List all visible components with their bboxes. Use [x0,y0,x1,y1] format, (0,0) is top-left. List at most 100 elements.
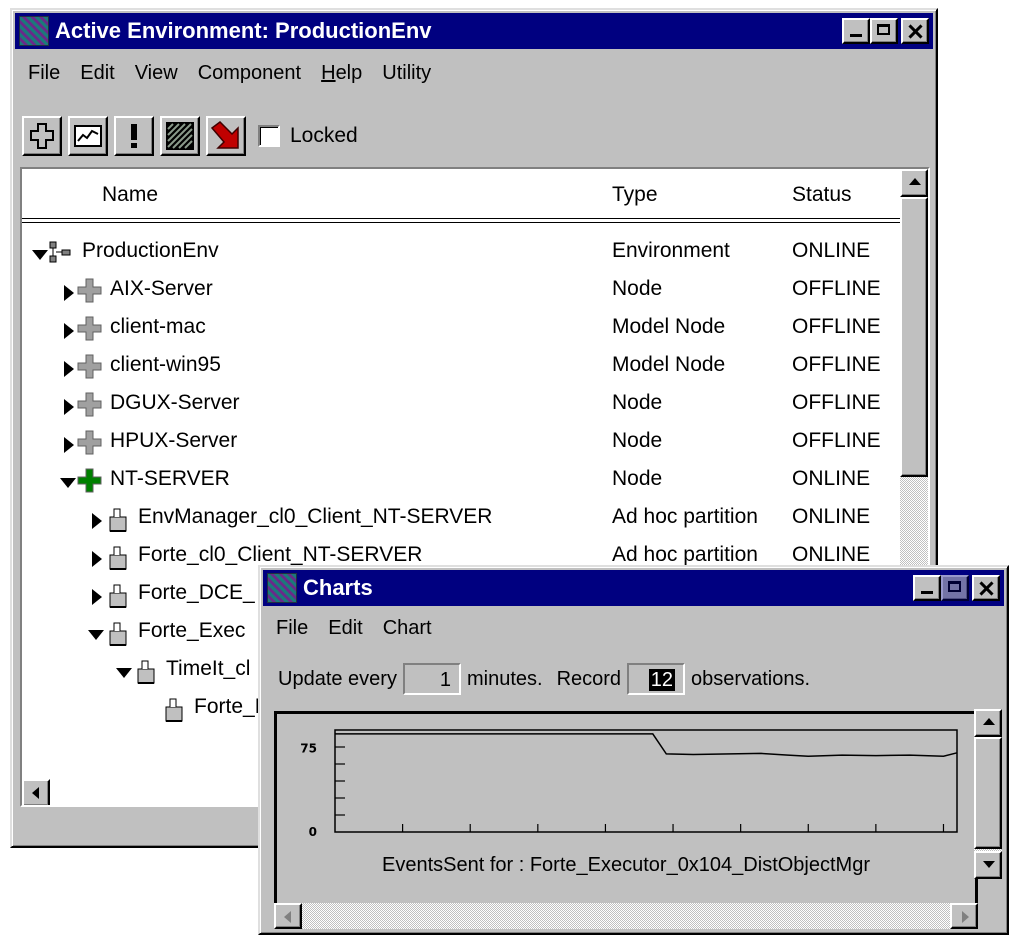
partition-icon [109,584,127,608]
row-type: Node [612,391,663,414]
row-type: Model Node [612,353,726,376]
record-prefix-label: Record [556,667,622,690]
collapsed-triangle-icon[interactable] [92,513,102,529]
pattern-tool-button[interactable] [160,116,200,156]
online-node-icon [77,468,102,493]
environment-icon [49,241,71,263]
expanded-triangle-icon[interactable] [60,478,76,488]
charts-window: Charts File Edit Chart Update every 1 mi… [258,565,1009,935]
charts-vertical-scrollbar[interactable] [974,709,1002,879]
table-row[interactable]: client-win95 Model Node OFFLINE [22,349,900,387]
charts-maximize-button[interactable] [941,575,969,601]
expanded-triangle-icon[interactable] [88,630,104,640]
table-row[interactable]: HPUX-Server Node OFFLINE [22,425,900,463]
column-header-type[interactable]: Type [612,183,658,207]
close-button[interactable] [901,18,929,44]
expanded-triangle-icon[interactable] [116,668,132,678]
record-count-field[interactable]: 12 [627,663,686,695]
series-line [335,733,958,757]
table-row[interactable]: client-mac Model Node OFFLINE [22,311,900,349]
row-status: ONLINE [792,239,871,262]
column-header-status[interactable]: Status [792,183,852,207]
scroll-up-button[interactable] [900,169,928,197]
main-menu-bar: File Edit View Component Help Utility [18,62,441,85]
locked-label: Locked [290,124,358,147]
collapsed-triangle-icon[interactable] [92,551,102,567]
update-settings: Update every 1 minutes. Record 12 observ… [278,663,810,695]
charts-scroll-left-button[interactable] [274,903,302,929]
locked-checkbox[interactable] [258,125,280,147]
charts-scroll-down-button[interactable] [974,851,1002,879]
row-status: ONLINE [792,505,871,528]
column-header-name[interactable]: Name [102,183,158,207]
row-name: client-win95 [110,353,221,376]
move-tool-button[interactable] [206,116,246,156]
charts-window-title: Charts [303,575,373,600]
update-suffix-label: minutes. [466,667,543,690]
charts-scroll-up-button[interactable] [974,709,1002,737]
collapsed-triangle-icon[interactable] [92,589,102,605]
charts-menu-file[interactable]: File [266,617,318,640]
menu-help[interactable]: Help [311,62,372,85]
arrow-down-icon [210,121,239,149]
collapsed-triangle-icon[interactable] [64,399,74,415]
table-row[interactable]: DGUX-Server Node OFFLINE [22,387,900,425]
scroll-thumb[interactable] [900,197,928,477]
collapsed-triangle-icon[interactable] [64,285,74,301]
charts-minimize-button[interactable] [913,575,941,601]
table-row[interactable]: AIX-Server Node OFFLINE [22,273,900,311]
row-name: TimeIt_cl [166,657,251,680]
update-interval-field[interactable]: 1 [402,663,461,695]
list-horizontal-scrollbar[interactable] [22,779,282,805]
table-row[interactable]: EnvManager_cl0_Client_NT-SERVER Ad hoc pa… [22,501,900,539]
y-tick-label: 0 [309,825,317,839]
charts-menu-chart[interactable]: Chart [373,617,442,640]
scroll-left-button[interactable] [22,779,50,805]
main-window-title: Active Environment: ProductionEnv [55,18,432,43]
charts-close-button[interactable] [972,575,1000,601]
row-name: EnvManager_cl0_Client_NT-SERVER [138,505,493,528]
menu-utility[interactable]: Utility [372,62,441,85]
update-prefix-label: Update every [278,667,397,690]
menu-help-rest: elp [335,62,363,84]
row-type: Ad hoc partition [612,505,758,528]
menu-edit[interactable]: Edit [70,62,124,85]
maximize-button[interactable] [870,18,898,44]
table-row[interactable]: NT-SERVER Node ONLINE [22,463,900,501]
expanded-triangle-icon[interactable] [32,250,48,260]
collapsed-triangle-icon[interactable] [64,361,74,377]
charts-title-bar[interactable]: Charts [263,570,1004,606]
partition-icon [109,546,127,570]
chart-caption: EventsSent for : Forte_Executor_0x104_Di… [381,854,870,876]
charts-hscroll-track[interactable] [274,903,978,929]
main-title-bar[interactable]: Active Environment: ProductionEnv [15,13,933,49]
charts-scroll-thumb[interactable] [974,737,1002,849]
row-name: HPUX-Server [110,429,238,452]
menu-file[interactable]: File [18,62,70,85]
header-divider [22,222,900,223]
minimize-button[interactable] [842,18,870,44]
charts-horizontal-scrollbar[interactable] [274,903,978,929]
menu-view[interactable]: View [125,62,188,85]
collapsed-triangle-icon[interactable] [64,323,74,339]
alert-tool-button[interactable] [114,116,154,156]
row-status: OFFLINE [792,277,881,300]
chart-tool-button[interactable] [68,116,108,156]
charts-scroll-right-button[interactable] [950,903,978,929]
row-type: Node [612,467,663,490]
list-header: Name Type Status [22,169,900,227]
node-tool-button[interactable] [22,116,62,156]
charts-menu-edit[interactable]: Edit [318,617,372,640]
offline-node-icon [77,430,102,455]
menu-component[interactable]: Component [188,62,311,85]
record-suffix-label: observations. [691,667,811,690]
partition-icon [137,660,155,684]
row-name: client-mac [110,315,206,338]
partition-icon [109,508,127,532]
offline-node-icon [77,354,102,379]
collapsed-triangle-icon[interactable] [64,437,74,453]
row-status: OFFLINE [792,429,881,452]
charts-menu-bar: File Edit Chart [266,617,442,640]
table-row[interactable]: ProductionEnv Environment ONLINE [22,235,900,273]
y-tick-label: 75 [300,741,317,755]
